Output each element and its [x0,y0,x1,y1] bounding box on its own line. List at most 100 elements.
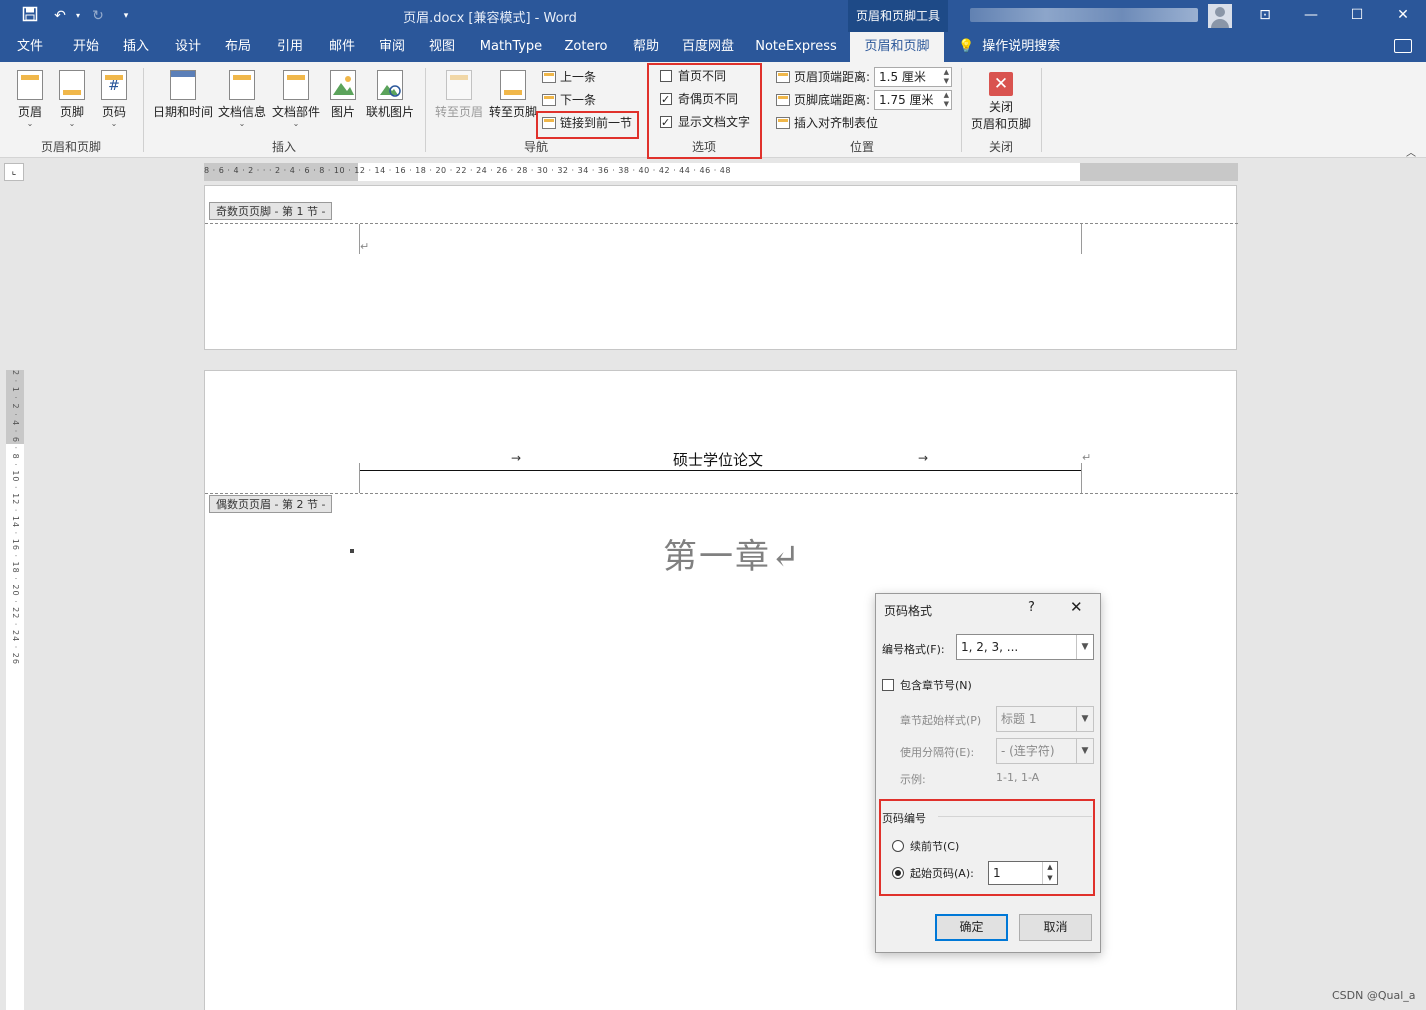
next-button[interactable]: 下一条 [542,90,596,110]
insert-alignment-tab-button[interactable]: 插入对齐制表位 [776,113,878,133]
tab-arrow-right: → [918,451,929,465]
page-number-label: 页码 [101,105,126,119]
checkbox-unchecked [882,679,894,691]
header-from-top-label: 页眉顶端距离: [776,67,870,87]
separator-select[interactable]: - (连字符) ▼ [996,738,1094,764]
help-icon[interactable]: ? [1028,600,1035,615]
watermark: CSDN @Qual_a [1332,989,1416,1002]
footer-from-bottom-value: 1.75 厘米 [879,93,934,107]
page-number-button[interactable]: # 页码 ⌄ [96,70,132,128]
footer-from-bottom-text: 页脚底端距离: [794,93,871,107]
close-icon[interactable]: ✕ [1380,0,1426,32]
footer-from-bottom-label: 页脚底端距离: [776,90,870,110]
tab-view[interactable]: 视图 [420,32,464,62]
include-chapter-checkbox[interactable]: 包含章节号(N) [882,677,972,693]
next-icon [542,94,556,106]
doc-info-button[interactable]: 文档信息 ⌄ [216,70,268,128]
example-value: 1-1, 1-A [996,771,1040,784]
picture-icon [330,70,356,100]
tab-file[interactable]: 文件 [8,32,52,62]
tell-me-search[interactable]: 💡 操作说明搜索 [958,32,1060,62]
group-label-insert: 插入 [271,140,296,154]
online-picture-button[interactable]: 联机图片 [364,70,416,120]
close-header-footer-button[interactable]: ✕ 关闭 页眉和页脚 [966,72,1036,132]
group-separator [1041,68,1042,152]
header-button[interactable]: 页眉 ⌄ [12,70,48,128]
previous-button[interactable]: 上一条 [542,67,596,87]
tab-layout[interactable]: 布局 [216,32,260,62]
page-1[interactable]: 奇数页页脚 - 第 1 节 - ↵ [204,185,1238,350]
chapter-heading[interactable]: 第一章↵ [663,529,802,578]
tab-selector[interactable]: ⌞ [4,163,24,181]
group-label-position: 位置 [849,140,874,154]
picture-button[interactable]: 图片 [326,70,360,120]
chevron-down-icon: ▼ [1076,635,1093,659]
minimize-icon[interactable]: — [1288,0,1334,32]
tab-references[interactable]: 引用 [268,32,312,62]
header-text[interactable]: 硕士学位论文 [673,449,763,470]
footer-button[interactable]: 页脚 ⌄ [54,70,90,128]
ribbon-display-icon[interactable]: ⊡ [1242,0,1288,32]
document-canvas[interactable]: 奇数页页脚 - 第 1 节 - ↵ → 硕士学位论文 → ↵ 偶数页页眉 - 第… [32,185,1426,1010]
chevron-down-icon: ▼ [1076,707,1093,731]
close-label-line1: 关闭 [988,100,1013,114]
tab-design[interactable]: 设计 [166,32,210,62]
avatar[interactable] [1208,4,1232,28]
previous-label: 上一条 [560,70,597,84]
date-time-button[interactable]: 日期和时间 [152,70,214,120]
online-picture-icon [377,70,403,100]
example-label: 示例: [900,773,926,786]
ok-button[interactable]: 确定 [935,914,1008,941]
doc-info-icon [229,70,255,100]
footer-from-bottom-input[interactable]: 1.75 厘米 ▲ ▼ [874,90,952,110]
header-from-top-input[interactable]: 1.5 厘米 ▲ ▼ [874,67,952,87]
tab-review[interactable]: 审阅 [370,32,414,62]
tab-noteexpress[interactable]: NoteExpress [752,32,840,62]
horizontal-ruler[interactable]: 8 · 6 · 4 · 2 · · · 2 · 4 · 6 · 8 · 10 ·… [204,163,1238,181]
crop-mark [359,463,360,493]
goto-header-button[interactable]: 转至页眉 [432,70,486,120]
calendar-icon [170,70,196,100]
dialog-close-icon[interactable]: ✕ [1070,598,1083,616]
title-bar: ↶ ▾ ↻ ▾ 页眉.docx [兼容模式] - Word 页眉和页脚工具 ⊡ … [0,0,1426,32]
close-header-footer-icon: ✕ [989,72,1013,96]
chapter-style-select[interactable]: 标题 1 ▼ [996,706,1094,732]
spinner-arrows-icon[interactable]: ▲ ▼ [944,68,949,86]
tab-mathtype[interactable]: MathType [474,32,548,62]
goto-header-icon [446,70,472,100]
number-format-select[interactable]: 1, 2, 3, ... ▼ [956,634,1094,660]
tell-me-label: 操作说明搜索 [982,39,1061,54]
picture-label: 图片 [330,105,355,119]
quick-parts-label: 文档部件 [271,105,320,119]
goto-header-label: 转至页眉 [434,105,483,119]
quick-parts-icon [283,70,309,100]
number-format-value: 1, 2, 3, ... [961,640,1019,654]
tab-header-footer[interactable]: 页眉和页脚 [850,32,944,62]
highlight-page-numbering [879,799,1095,896]
crop-mark [1081,463,1082,493]
header-position-icon [776,71,790,83]
goto-footer-button[interactable]: 转至页脚 [486,70,540,120]
maximize-icon[interactable]: ☐ [1334,0,1380,32]
tab-home[interactable]: 开始 [62,32,110,62]
tab-baidu-netdisk[interactable]: 百度网盘 [676,32,740,62]
user-name-blurred [970,8,1198,22]
vertical-ruler[interactable]: 2 · 1 · 2 · 4 · 6 · 8 · 10 · 12 · 14 · 1… [6,370,24,1010]
date-time-label: 日期和时间 [152,105,213,119]
header-from-top-value: 1.5 厘米 [879,70,926,84]
goto-footer-label: 转至页脚 [488,105,537,119]
highlight-link-previous [536,111,639,139]
spinner-arrows-icon[interactable]: ▲ ▼ [944,91,949,109]
collapse-ribbon-icon[interactable]: ︿ [1406,144,1416,159]
tab-help[interactable]: 帮助 [624,32,668,62]
tab-insert[interactable]: 插入 [114,32,158,62]
cancel-button[interactable]: 取消 [1019,914,1092,941]
comments-icon[interactable] [1394,39,1412,53]
separator-value: - (连字符) [1001,744,1055,758]
tab-zotero[interactable]: Zotero [560,32,612,62]
next-label: 下一条 [560,93,597,107]
tab-arrow-left: → [511,451,522,465]
page-number-format-dialog: 页码格式 ? ✕ 编号格式(F): 1, 2, 3, ... ▼ 包含章节号(N… [875,593,1101,953]
quick-parts-button[interactable]: 文档部件 ⌄ [270,70,322,128]
tab-mailings[interactable]: 邮件 [320,32,364,62]
